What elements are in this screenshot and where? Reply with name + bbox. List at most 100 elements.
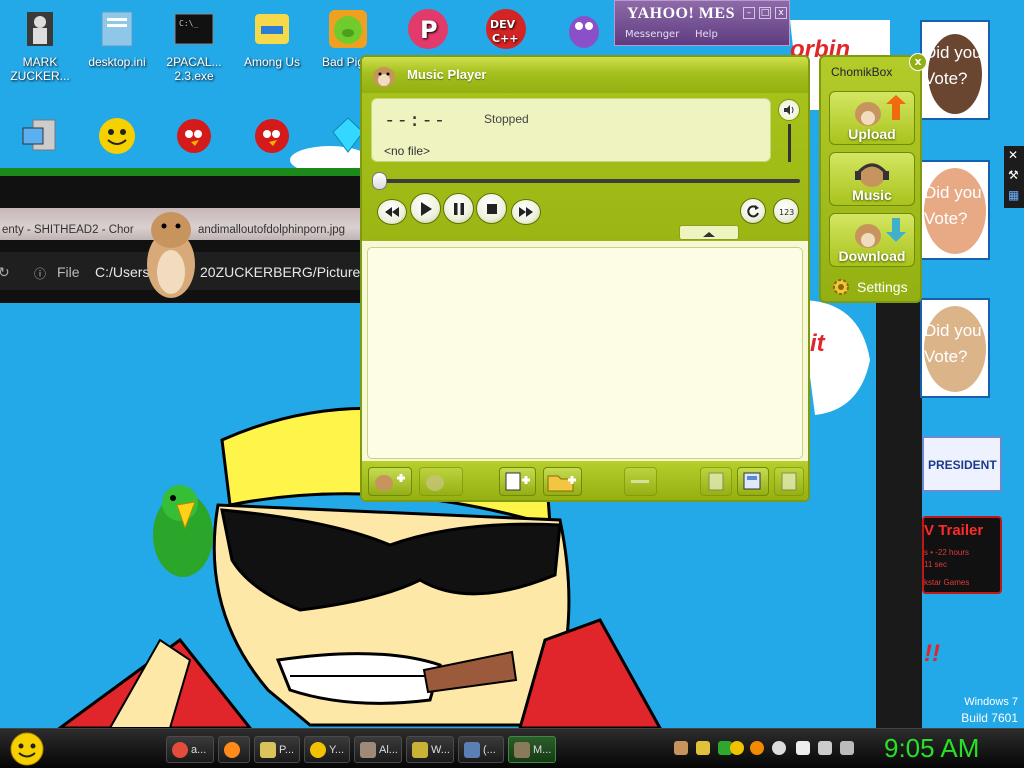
desktop-icon-computer[interactable] xyxy=(2,112,78,161)
reload-icon[interactable]: ↻ xyxy=(0,264,10,281)
document-button[interactable] xyxy=(700,467,732,496)
remove-button[interactable] xyxy=(624,467,657,496)
desktop-icon-bonzi[interactable] xyxy=(546,6,622,55)
desktop-icon-angry-birds-2[interactable] xyxy=(234,112,310,161)
save-playlist-button[interactable] xyxy=(737,467,769,496)
hamster-icon xyxy=(514,742,530,758)
desktop-icon-angry-birds[interactable] xyxy=(156,112,232,161)
pause-button[interactable] xyxy=(443,193,474,224)
settings-link[interactable]: Settings xyxy=(857,279,908,295)
chomikbox-panel: ChomikBox x Upload Music Download Settin… xyxy=(819,53,927,303)
desktop-icon-pinball[interactable]: P xyxy=(390,6,466,55)
ad-president-banner[interactable]: PRESIDENT xyxy=(922,436,1002,492)
forward-button[interactable] xyxy=(511,199,541,225)
ad-president-label: PRESIDENT xyxy=(928,458,997,472)
playlist-area[interactable] xyxy=(367,247,803,459)
yahoo-menu-help[interactable]: Help xyxy=(695,29,718,40)
desktop-icon-yahoo[interactable] xyxy=(79,112,155,161)
hamster-add-icon xyxy=(375,474,405,491)
seek-handle[interactable] xyxy=(372,172,387,190)
tab-title-left: enty - SHITHEAD2 - Chor xyxy=(2,224,134,236)
taskbar-item-chrome[interactable]: a... xyxy=(166,736,214,763)
ad-trailer-banner[interactable]: V Trailer s • -22 hours 11 sec kstar Gam… xyxy=(922,516,1002,594)
yahoo-messenger-window[interactable]: YAHOO! MES Messenger Help – □ x xyxy=(614,0,790,46)
collapse-playlist-button[interactable] xyxy=(679,225,739,240)
rewind-button[interactable] xyxy=(377,199,407,225)
tray-volume-icon[interactable] xyxy=(840,741,854,755)
desktop-icon-2pacal[interactable]: C:\_ 2PACAL... 2.3.exe xyxy=(156,6,232,83)
repeat-button[interactable] xyxy=(740,198,766,224)
player-controls-panel: --:-- Stopped <no file> 123 xyxy=(362,93,808,241)
hamster-remove-icon xyxy=(426,475,444,491)
maximize-icon[interactable]: □ xyxy=(759,7,771,19)
seek-bar[interactable] xyxy=(374,179,800,183)
current-file: <no file> xyxy=(384,144,431,158)
ad-vote-1[interactable]: Did you Vote? xyxy=(920,20,990,120)
ad-vote-text: Did you Vote? xyxy=(924,321,982,366)
taskbar-item-al[interactable]: Al... xyxy=(354,736,402,763)
side-toolbar: ✕ ⚒ ▦ xyxy=(1004,146,1024,208)
export-icon xyxy=(781,472,797,491)
add-folder-button[interactable] xyxy=(543,467,582,496)
shuffle-button[interactable]: 123 xyxy=(773,198,799,224)
export-button[interactable] xyxy=(774,467,804,496)
minimize-icon[interactable]: – xyxy=(743,7,755,19)
tray-flag-icon[interactable] xyxy=(796,741,810,755)
save-playlist-icon xyxy=(743,472,761,490)
tray-network-icon[interactable] xyxy=(818,741,832,755)
taskbar-item-paren[interactable]: (... xyxy=(458,736,504,763)
taskbar-item-firefox[interactable] xyxy=(218,736,250,763)
yahoo-icon xyxy=(94,112,140,158)
play-button[interactable] xyxy=(410,193,441,224)
tray-hamster-icon[interactable] xyxy=(674,741,688,755)
document-icon xyxy=(708,472,724,491)
ad-vote-text: Did you Vote? xyxy=(924,183,982,228)
angry-bird-icon xyxy=(171,112,217,158)
tray-search-icon[interactable] xyxy=(750,741,764,755)
taskbar-clock[interactable]: 9:05 AM xyxy=(884,733,979,764)
add-file-button[interactable] xyxy=(499,467,536,496)
stop-button[interactable] xyxy=(476,193,507,224)
angry-bird-icon xyxy=(249,112,295,158)
tray-banana-icon[interactable] xyxy=(696,741,710,755)
desktop-icon-label: desktop.ini xyxy=(88,55,146,69)
pause-icon xyxy=(453,202,464,215)
hamster-mascot-icon xyxy=(147,212,195,298)
yahoo-menu-messenger[interactable]: Messenger xyxy=(625,29,679,40)
wrench-icon[interactable]: ⚒ xyxy=(1008,168,1019,182)
volume-icon[interactable] xyxy=(778,99,800,121)
close-icon[interactable]: x xyxy=(775,7,787,19)
ad-vote-2[interactable]: Did you Vote? xyxy=(920,160,990,260)
yahoo-title: YAHOO! MES xyxy=(627,5,735,22)
remove-chomik-button[interactable] xyxy=(419,467,463,496)
download-button[interactable]: Download xyxy=(829,213,915,267)
taskbar-item-music[interactable]: M... xyxy=(508,736,556,763)
pinball-icon: P xyxy=(405,6,451,52)
music-button[interactable]: Music xyxy=(829,152,915,206)
desktop-icon-label: Among Us xyxy=(243,55,301,69)
desktop-icon-user-folder[interactable]: MARK ZUCKER... xyxy=(2,6,78,83)
desktop-icon-devcpp[interactable]: DEV C++ xyxy=(468,6,544,55)
close-icon[interactable]: ✕ xyxy=(1008,148,1018,162)
ad-vote-3[interactable]: Did you Vote? xyxy=(920,298,990,398)
upload-button[interactable]: Upload xyxy=(829,91,915,145)
volume-slider[interactable] xyxy=(788,124,791,162)
grid-icon[interactable]: ▦ xyxy=(1008,188,1019,202)
start-button[interactable] xyxy=(8,731,46,767)
taskbar-item-yahoo[interactable]: Y... xyxy=(304,736,350,763)
tab-title-right: andimalloutofdolphinporn.jpg xyxy=(198,224,346,236)
add-chomik-button[interactable] xyxy=(368,467,412,496)
desktop-icon-among-us[interactable]: Among Us xyxy=(234,6,310,69)
music-player-window: Music Player --:-- Stopped <no file> 123 xyxy=(360,55,810,502)
taskbar-item-paint[interactable]: P... xyxy=(254,736,300,763)
gear-icon[interactable] xyxy=(831,277,851,297)
tray-yahoo-icon[interactable] xyxy=(730,741,744,755)
music-player-titlebar[interactable]: Music Player xyxy=(362,57,808,93)
browser-window: enty - SHITHEAD2 - Chor andimalloutofdol… xyxy=(0,168,371,303)
svg-text:P: P xyxy=(420,16,438,44)
paint-icon xyxy=(260,742,276,758)
close-icon[interactable]: x xyxy=(909,53,927,71)
desktop-icon-desktop-ini[interactable]: desktop.ini xyxy=(79,6,155,69)
tray-chat-icon[interactable] xyxy=(772,741,786,755)
taskbar-item-w[interactable]: W... xyxy=(406,736,454,763)
